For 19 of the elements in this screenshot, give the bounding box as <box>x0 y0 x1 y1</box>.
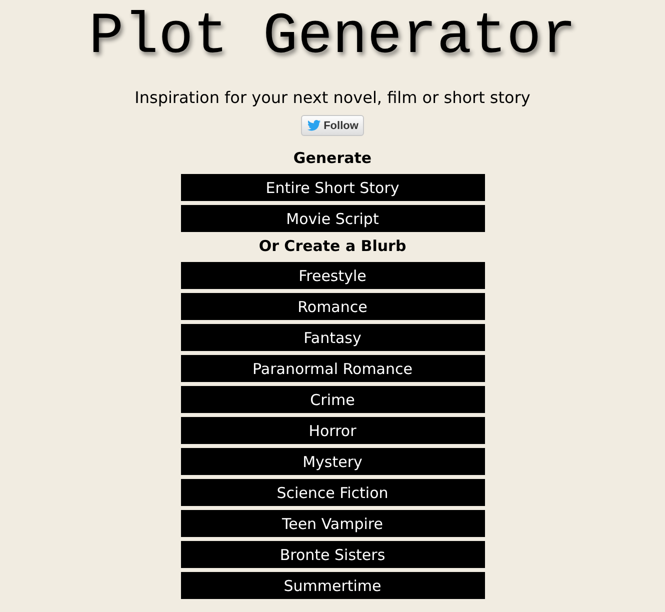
site-title: Plot Generator <box>88 6 576 70</box>
genre-button[interactable]: Movie Script <box>180 205 484 232</box>
genre-button[interactable]: Summertime <box>180 572 484 599</box>
tagline: Inspiration for your next novel, film or short story <box>134 88 530 108</box>
genre-button[interactable]: Paranormal Romance <box>180 355 484 382</box>
genre-button[interactable]: Fantasy <box>180 324 484 351</box>
genre-button[interactable]: Horror <box>180 417 484 444</box>
genre-button[interactable]: Mystery <box>180 448 484 475</box>
genre-button[interactable]: Science Fiction <box>180 479 484 506</box>
genre-button[interactable]: Crime <box>180 386 484 413</box>
bird-icon <box>306 120 321 131</box>
follow-button[interactable]: Follow <box>300 115 364 136</box>
genre-button[interactable]: Romance <box>180 293 484 320</box>
section-heading: Generate <box>293 148 372 168</box>
genre-button[interactable]: Teen Vampire <box>180 510 484 537</box>
genre-button[interactable]: Entire Short Story <box>180 174 484 201</box>
section-heading: Or Create a Blurb <box>258 236 406 256</box>
genre-button[interactable]: Bronte Sisters <box>180 541 484 568</box>
genre-button[interactable]: Freestyle <box>180 262 484 289</box>
